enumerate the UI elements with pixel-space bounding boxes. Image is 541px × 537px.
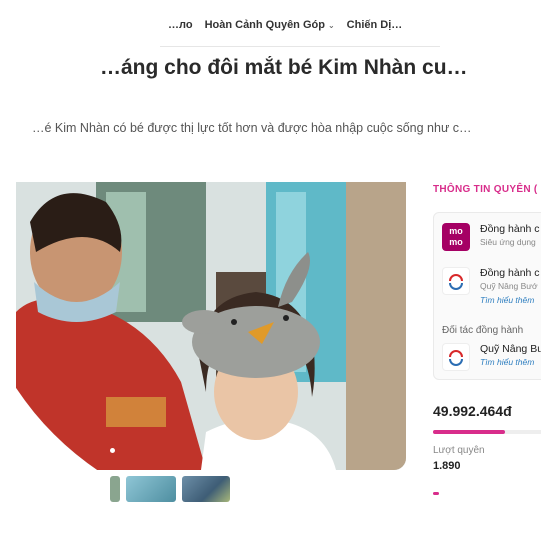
thumbnail[interactable] — [182, 476, 230, 502]
companions-card: mo mo Đồng hành c Siêu ứng dụng Đồng hàn… — [433, 212, 541, 380]
hero-photo — [16, 182, 406, 470]
nav-item-strategy-label: Chiến Dị… — [346, 19, 403, 31]
carousel-dots — [110, 448, 115, 453]
carousel-dot[interactable] — [110, 448, 115, 453]
top-nav: …ло Hoàn Cảnh Quyên Góp ⌄ Chiến Dị… — [168, 14, 468, 36]
progress-fill — [433, 430, 505, 434]
companion-desc: Siêu ứng dụng — [480, 237, 536, 247]
learn-more-link[interactable]: Tìm hiểu thêm — [480, 357, 534, 367]
nav-item-home[interactable]: …ло — [168, 14, 193, 36]
fund-logo-icon — [442, 267, 470, 295]
nav-item-campaigns-label: Hoàn Cảnh Quyên Góp — [204, 19, 325, 31]
donors-count: 1.890 — [433, 460, 461, 472]
page-subtitle: …é Kim Nhàn có bé được thị lực tốt hơn v… — [32, 121, 472, 135]
momo-logo-text: mo mo — [449, 226, 463, 247]
partner-name: Quỹ Nâng Bư — [480, 343, 541, 355]
nav-item-campaigns[interactable]: Hoàn Cảnh Quyên Góp ⌄ — [205, 14, 335, 36]
companion-desc: Quỹ Nâng Bướ — [480, 281, 538, 291]
donors-label: Lượt quyên — [433, 445, 485, 456]
thumbnail-strip — [110, 476, 230, 502]
chevron-down-icon: ⌄ — [327, 20, 335, 30]
accent-mark — [433, 492, 439, 495]
learn-more-link[interactable]: Tìm hiểu thêm — [480, 295, 534, 305]
thumbnail[interactable] — [110, 476, 120, 502]
companion-name: Đồng hành c — [480, 223, 540, 235]
momo-logo-icon: mo mo — [442, 223, 470, 251]
companion-name: Đồng hành c — [480, 267, 540, 279]
fund-logo-icon — [442, 343, 470, 371]
thumbnail[interactable] — [126, 476, 176, 502]
nav-divider — [160, 46, 440, 47]
donation-amount: 49.992.464đ — [433, 403, 512, 419]
nav-item-home-label: …ло — [168, 19, 193, 31]
hero-image[interactable] — [16, 182, 406, 470]
donation-progress-bar — [433, 430, 541, 434]
nav-item-strategy[interactable]: Chiến Dị… — [347, 14, 403, 36]
page-title: …áng cho đôi mắt bé Kim Nhàn cu… — [100, 56, 468, 79]
donation-info-title: THÔNG TIN QUYÊN ( — [433, 184, 538, 195]
partner-label: Đối tác đồng hành — [442, 325, 524, 336]
